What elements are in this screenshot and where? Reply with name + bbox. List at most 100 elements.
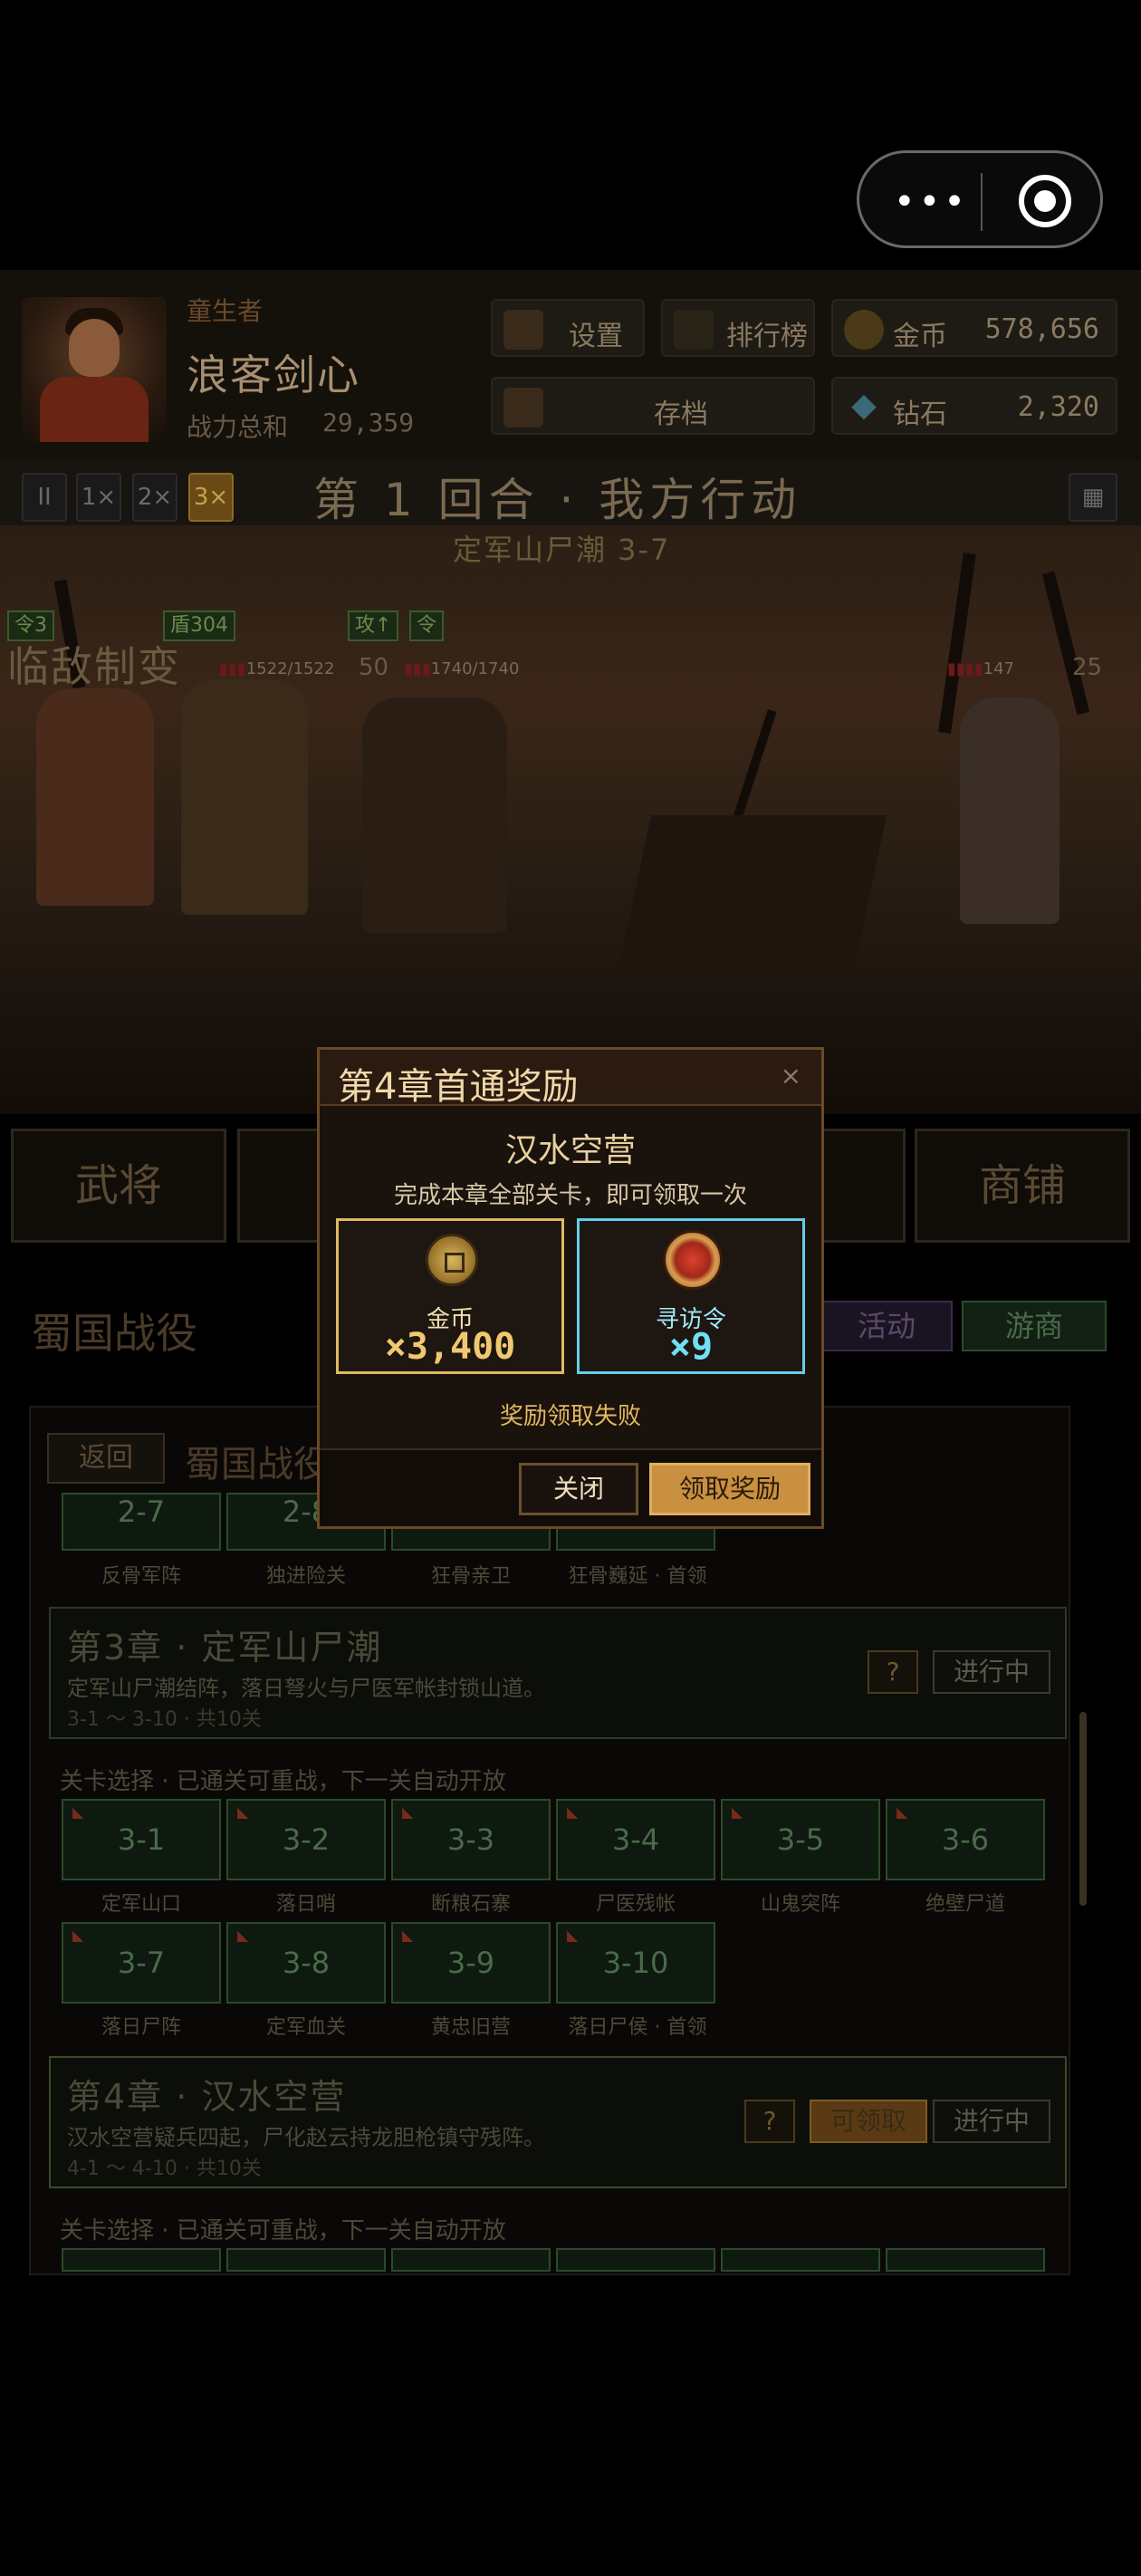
back-button[interactable]: 返回	[47, 1433, 165, 1484]
modal-header: 第4章首通奖励 ×	[320, 1050, 821, 1108]
close-button[interactable]: 关闭	[519, 1463, 638, 1515]
speed-1x-button[interactable]: 1×	[76, 473, 121, 522]
level-name: 山鬼突阵	[760, 1893, 840, 1916]
power-label: 战力总和	[187, 412, 289, 442]
level-name: 落日尸阵	[101, 2016, 181, 2039]
level-name: 定军血关	[265, 2016, 346, 2039]
level-3-8[interactable]: ◣ 3-8	[226, 1922, 386, 2004]
campaign-title: 蜀国战役	[31, 1309, 197, 1358]
help-button[interactable]: ?	[868, 1650, 918, 1694]
diamond-display: ◆ 钻石 2,320	[831, 377, 1117, 435]
power-value: 29,359	[322, 408, 415, 437]
close-miniprogram-icon[interactable]	[1019, 175, 1071, 227]
reward-gold-card: 金币 ×3,400	[336, 1218, 564, 1374]
help-button[interactable]: ?	[744, 2100, 795, 2143]
reward-count: ×9	[668, 1326, 714, 1368]
claim-reward-button[interactable]: 领取奖励	[649, 1463, 810, 1515]
map-icon[interactable]: ▦	[1069, 473, 1117, 522]
player-avatar[interactable]	[22, 297, 167, 442]
enemy-hp: ▮▮▮▮147	[947, 659, 1014, 678]
order-tag: 令	[409, 610, 445, 641]
level-name: 定军山口	[101, 1893, 181, 1916]
chapter-desc: 汉水空营疑兵四起，尸化赵云持龙胆枪镇守残阵。	[67, 2125, 545, 2150]
level-4-1[interactable]	[62, 2248, 221, 2272]
speed-2x-button[interactable]: 2×	[132, 473, 177, 522]
breadcrumb: 蜀国战役	[185, 1444, 330, 1485]
level-select-hint: 关卡选择 · 已通关可重战，下一关自动开放	[60, 1768, 506, 1795]
miniprogram-capsule: •••	[857, 150, 1103, 248]
shop-button[interactable]: 商铺	[915, 1129, 1130, 1243]
modal-subtitle: 汉水空营	[504, 1132, 636, 1169]
modal-title: 第4章首通奖励	[338, 1066, 579, 1108]
level-3-2[interactable]: ◣ 3-2	[226, 1799, 386, 1880]
level-3-5[interactable]: ◣ 3-5	[721, 1799, 880, 1880]
capsule-divider	[981, 173, 983, 231]
level-4-4[interactable]	[556, 2248, 715, 2272]
close-icon[interactable]: ×	[781, 1061, 801, 1091]
level-3-10[interactable]: ◣ 3-10	[556, 1922, 715, 2004]
enemy-counter: 25	[1072, 654, 1103, 681]
level-name: 绝壁尸道	[925, 1893, 1005, 1916]
player-role: 童生者	[187, 296, 264, 326]
reward-token-card: 寻访令 ×9	[577, 1218, 805, 1374]
level-3-6[interactable]: ◣ 3-6	[886, 1799, 1045, 1880]
settings-button[interactable]: 设置	[491, 299, 645, 357]
level-name: 反骨军阵	[101, 1565, 181, 1588]
claim-badge-button[interactable]: 可领取	[810, 2100, 927, 2143]
generals-button[interactable]: 武将	[11, 1129, 226, 1243]
gold-coin-icon	[844, 310, 884, 350]
save-button[interactable]: 存档	[491, 377, 815, 435]
chapter-title: 第3章 · 定军山尸潮	[67, 1628, 383, 1668]
level-name: 落日尸侯 · 首领	[568, 2016, 707, 2039]
level-3-1[interactable]: ◣ 3-1	[62, 1799, 221, 1880]
save-icon	[503, 388, 543, 428]
chapter-desc: 定军山尸潮结阵，落日弩火与尸医军帐封锁山道。	[67, 1676, 545, 1701]
level-4-3[interactable]	[391, 2248, 551, 2272]
level-3-7[interactable]: ◣ 3-7	[62, 1922, 221, 2004]
level-2-7[interactable]: 2-7	[62, 1493, 221, 1551]
settings-icon	[503, 310, 543, 350]
level-name: 狂骨亲卫	[430, 1565, 511, 1588]
reward-count: ×3,400	[384, 1326, 516, 1368]
chapter-3-card[interactable]: 第3章 · 定军山尸潮 定军山尸潮结阵，落日弩火与尸医军帐封锁山道。 3-1 ～…	[49, 1607, 1067, 1739]
hero-sprite-3	[362, 697, 507, 933]
chapter-status-button[interactable]: 进行中	[933, 2100, 1050, 2143]
stage-label: 定军山尸潮 3-7	[453, 533, 671, 567]
level-select-hint: 关卡选择 · 已通关可重战，下一关自动开放	[60, 2217, 506, 2244]
level-name: 尸医残帐	[595, 1893, 676, 1916]
level-3-9[interactable]: ◣ 3-9	[391, 1922, 551, 2004]
diamond-icon: ◆	[851, 387, 877, 424]
level-4-2[interactable]	[226, 2248, 386, 2272]
more-icon[interactable]: •••	[894, 184, 969, 220]
hero-hp-a: ▮▮▮1522/1522	[219, 659, 335, 678]
hero-sprite-1	[36, 688, 154, 906]
ruins	[616, 815, 887, 978]
speed-3x-button[interactable]: 3×	[188, 473, 234, 522]
hero-hp-b: ▮▮▮1740/1740	[404, 659, 520, 678]
attack-up-tag: 攻↑	[348, 610, 399, 641]
skill-banner: 临敌制变	[7, 642, 181, 691]
level-4-6[interactable]	[886, 2248, 1045, 2272]
chapter-status-button[interactable]: 进行中	[933, 1650, 1050, 1694]
chapter-4-card[interactable]: 第4章 · 汉水空营 汉水空营疑兵四起，尸化赵云持龙胆枪镇守残阵。 4-1 ～ …	[49, 2056, 1067, 2188]
reward-modal: 第4章首通奖励 × 汉水空营 完成本章全部关卡，即可领取一次 金币 ×3,400…	[317, 1047, 824, 1529]
activity-button[interactable]: 活动	[820, 1301, 953, 1351]
gold-coin-icon	[426, 1234, 478, 1286]
pause-button[interactable]: II	[22, 473, 67, 522]
level-name: 黄忠旧营	[430, 2016, 511, 2039]
merchant-button[interactable]: 游商	[962, 1301, 1107, 1351]
round-indicator: 第 1 回合 · 我方行动	[313, 474, 802, 526]
ranking-button[interactable]: 排行榜	[661, 299, 815, 357]
modal-footer: 关闭 领取奖励	[320, 1448, 821, 1526]
level-3-3[interactable]: ◣ 3-3	[391, 1799, 551, 1880]
ranking-icon	[674, 310, 714, 350]
chapter-range: 4-1 ～ 4-10 · 共10关	[67, 2158, 262, 2180]
claim-status: 奖励领取失败	[499, 1403, 641, 1430]
level-name: 落日哨	[275, 1893, 336, 1916]
level-name: 断粮石寨	[430, 1893, 511, 1916]
level-4-5[interactable]	[721, 2248, 880, 2272]
scrollbar[interactable]	[1079, 1712, 1087, 1906]
recruit-token-icon	[663, 1230, 723, 1290]
level-3-4[interactable]: ◣ 3-4	[556, 1799, 715, 1880]
gold-display: 金币 578,656	[831, 299, 1117, 357]
